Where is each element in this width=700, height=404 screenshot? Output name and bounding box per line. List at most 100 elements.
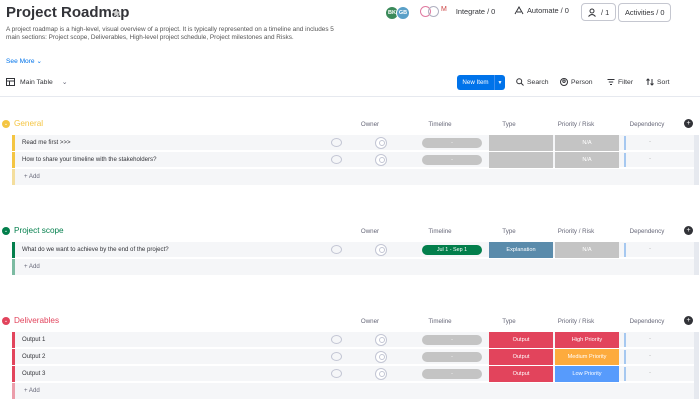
sort-button[interactable]: Sort — [646, 78, 669, 86]
column-header-dependency[interactable]: Dependency — [617, 228, 677, 235]
chevron-down-icon[interactable]: ⌄ — [2, 226, 10, 235]
table-row[interactable]: Output 2- Output Medium Priority - — [12, 349, 694, 365]
priority-cell[interactable]: Medium Priority — [555, 349, 619, 365]
table-row[interactable]: Read me first >>> - N/A - — [12, 135, 694, 151]
owner-avatar-icon[interactable] — [375, 351, 387, 363]
scrollbar[interactable] — [694, 332, 699, 399]
timeline-cell[interactable]: - — [422, 369, 482, 379]
add-item-row[interactable]: + Add — [12, 383, 694, 399]
timeline-cell[interactable]: - — [422, 335, 482, 345]
column-header-priority[interactable]: Priority / Risk — [546, 121, 606, 128]
add-item-label[interactable]: + Add — [24, 263, 40, 270]
item-name[interactable]: Read me first >>> — [22, 139, 71, 146]
priority-cell[interactable]: N/A — [555, 135, 619, 151]
add-column-icon[interactable]: + — [684, 119, 693, 128]
owner-avatar-icon[interactable] — [375, 154, 387, 166]
chat-bubble-icon[interactable] — [331, 245, 342, 254]
dependency-cell[interactable]: - — [630, 353, 670, 359]
members-button[interactable]: / 1 — [581, 3, 617, 21]
group-color-bar — [12, 152, 15, 168]
dependency-cell[interactable]: - — [630, 336, 670, 342]
item-name[interactable]: Output 2 — [22, 353, 45, 360]
priority-cell[interactable]: High Priority — [555, 332, 619, 348]
owner-avatar-icon[interactable] — [375, 137, 387, 149]
timeline-cell[interactable]: - — [422, 138, 482, 148]
type-cell[interactable] — [489, 135, 553, 151]
priority-cell[interactable]: N/A — [555, 152, 619, 168]
new-item-button[interactable]: New Item ▼ — [457, 75, 505, 90]
type-cell[interactable]: Output — [489, 332, 553, 348]
column-header-priority[interactable]: Priority / Risk — [546, 228, 606, 235]
column-header-dependency[interactable]: Dependency — [617, 318, 677, 325]
group-title[interactable]: ⌄ General — [2, 119, 43, 128]
type-cell[interactable]: Output — [489, 366, 553, 382]
timeline-cell[interactable]: - — [422, 155, 482, 165]
column-header-type[interactable]: Type — [479, 228, 539, 235]
column-header-priority[interactable]: Priority / Risk — [546, 318, 606, 325]
column-header-owner[interactable]: Owner — [340, 228, 400, 235]
table-row[interactable]: Output 1- Output High Priority - — [12, 332, 694, 348]
chat-bubble-icon[interactable] — [331, 369, 342, 378]
add-item-label[interactable]: + Add — [24, 387, 40, 394]
view-selector[interactable]: Main Table ⌄ — [6, 78, 67, 86]
chevron-down-icon[interactable]: ⌄ — [2, 316, 10, 325]
scrollbar[interactable] — [694, 242, 699, 275]
chat-bubble-icon[interactable] — [331, 352, 342, 361]
column-header-dependency[interactable]: Dependency — [617, 121, 677, 128]
dependency-cell[interactable]: - — [630, 246, 670, 252]
group-title[interactable]: ⌄ Project scope — [2, 226, 64, 235]
item-name[interactable]: How to share your timeline with the stak… — [22, 156, 156, 163]
owner-avatar-icon[interactable] — [375, 244, 387, 256]
item-name[interactable]: Output 3 — [22, 370, 45, 377]
type-cell[interactable] — [489, 152, 553, 168]
column-header-owner[interactable]: Owner — [340, 318, 400, 325]
chevron-down-icon[interactable]: ▼ — [494, 75, 505, 90]
add-item-label[interactable]: + Add — [24, 173, 40, 180]
scrollbar[interactable] — [694, 135, 699, 185]
priority-cell[interactable]: N/A — [555, 242, 619, 258]
column-header-timeline[interactable]: Timeline — [410, 228, 470, 235]
chat-bubble-icon[interactable] — [331, 335, 342, 344]
table-icon — [6, 78, 15, 86]
add-item-row[interactable]: + Add — [12, 259, 694, 275]
dependency-cell[interactable]: - — [630, 370, 670, 376]
add-column-icon[interactable]: + — [684, 316, 693, 325]
priority-cell[interactable]: Low Priority — [555, 366, 619, 382]
owner-avatar-icon[interactable] — [375, 368, 387, 380]
group-name[interactable]: Deliverables — [14, 316, 59, 325]
search-button[interactable]: Search — [516, 78, 549, 86]
dependency-cell[interactable]: - — [630, 156, 670, 162]
type-cell[interactable]: Output — [489, 349, 553, 365]
type-cell[interactable]: Explanation — [489, 242, 553, 258]
column-header-owner[interactable]: Owner — [340, 121, 400, 128]
dependency-cell[interactable]: - — [630, 139, 670, 145]
timeline-cell[interactable]: - — [422, 352, 482, 362]
column-header-type[interactable]: Type — [479, 318, 539, 325]
avatar-group[interactable]: BK GB — [385, 6, 410, 20]
group-name[interactable]: Project scope — [14, 226, 64, 235]
star-icon[interactable]: ★ — [111, 6, 122, 20]
automate-button[interactable]: Automate / 0 — [514, 6, 569, 15]
group-name[interactable]: General — [14, 119, 43, 128]
filter-button[interactable]: Filter — [607, 78, 633, 86]
add-item-row[interactable]: + Add — [12, 169, 694, 185]
column-header-type[interactable]: Type — [479, 121, 539, 128]
integrate-button[interactable]: M Integrate / 0 — [420, 6, 495, 17]
group-title[interactable]: ⌄ Deliverables — [2, 316, 59, 325]
column-header-timeline[interactable]: Timeline — [410, 318, 470, 325]
see-more-link[interactable]: See More ⌄ — [6, 57, 42, 65]
owner-avatar-icon[interactable] — [375, 334, 387, 346]
table-row[interactable]: How to share your timeline with the stak… — [12, 152, 694, 168]
item-name[interactable]: Output 1 — [22, 336, 45, 343]
chat-bubble-icon[interactable] — [331, 155, 342, 164]
table-row[interactable]: Output 3- Output Low Priority - — [12, 366, 694, 382]
activities-button[interactable]: Activities / 0 — [618, 3, 672, 22]
chat-bubble-icon[interactable] — [331, 138, 342, 147]
table-row[interactable]: What do we want to achieve by the end of… — [12, 242, 694, 258]
add-column-icon[interactable]: + — [684, 226, 693, 235]
timeline-cell[interactable]: Jul 1 - Sep 1 — [422, 245, 482, 255]
chevron-down-icon[interactable]: ⌄ — [2, 119, 10, 128]
column-header-timeline[interactable]: Timeline — [410, 121, 470, 128]
item-name[interactable]: What do we want to achieve by the end of… — [22, 246, 169, 253]
person-filter-button[interactable]: Person — [560, 78, 593, 86]
